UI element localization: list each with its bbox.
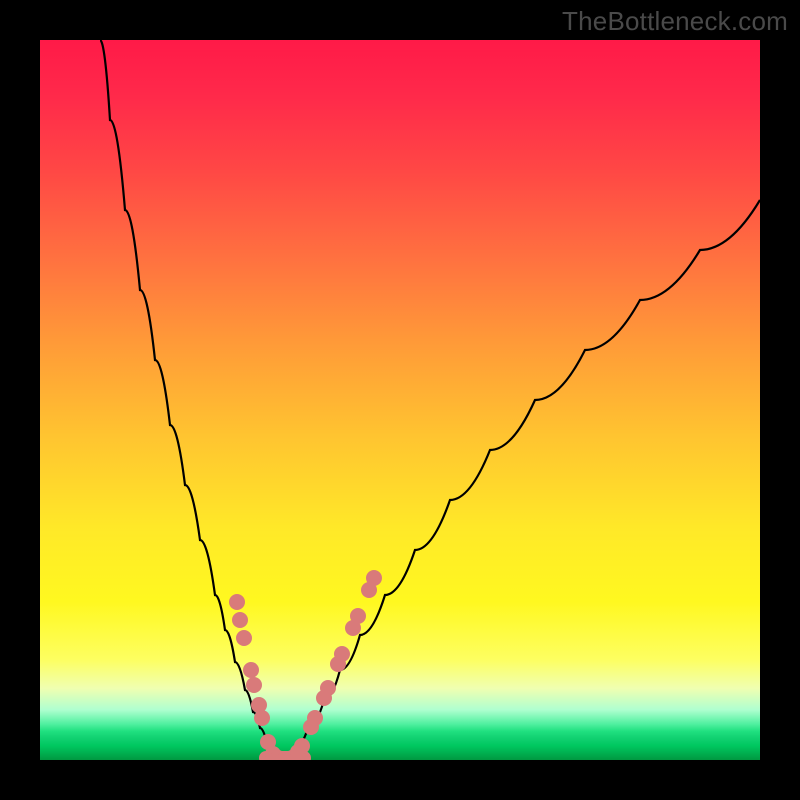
marker-dot (232, 612, 248, 628)
marker-dot (246, 677, 262, 693)
marker-dot (254, 710, 270, 726)
marker-dot (229, 594, 245, 610)
marker-dot (350, 608, 366, 624)
watermark-label: TheBottleneck.com (562, 6, 788, 37)
chart-frame: TheBottleneck.com (0, 0, 800, 800)
marker-dot (334, 646, 350, 662)
left-curve (100, 40, 285, 760)
marker-dot (366, 570, 382, 586)
marker-dot (243, 662, 259, 678)
marker-dot (320, 680, 336, 696)
marker-dot (307, 710, 323, 726)
marker-dot (236, 630, 252, 646)
right-curve (285, 200, 760, 760)
marker-dot (294, 738, 310, 754)
curve-overlay (40, 40, 760, 760)
